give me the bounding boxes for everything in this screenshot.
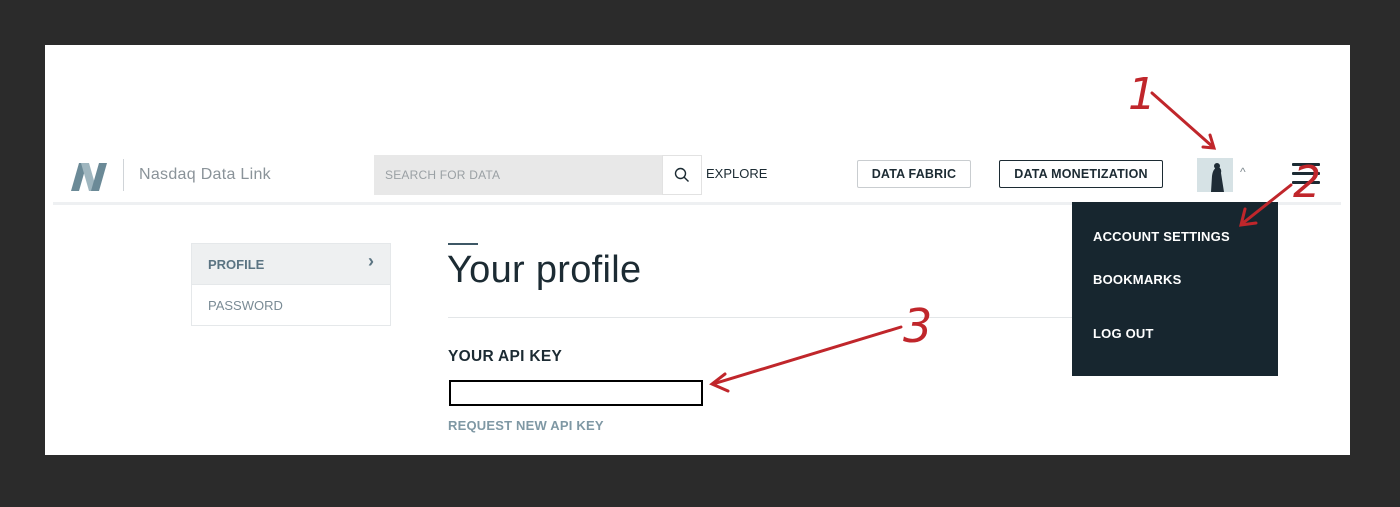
menu-item-account-settings[interactable]: ACCOUNT SETTINGS bbox=[1093, 229, 1230, 244]
svg-text:1: 1 bbox=[1128, 69, 1156, 120]
explore-link[interactable]: EXPLORE bbox=[706, 166, 767, 181]
request-new-api-key-link[interactable]: REQUEST NEW API KEY bbox=[448, 418, 604, 433]
sidenav-item-password[interactable]: PASSWORD bbox=[192, 284, 390, 325]
title-accent-bar bbox=[448, 243, 478, 245]
nasdaq-logo-icon[interactable] bbox=[67, 157, 111, 193]
page-title: Your profile bbox=[447, 249, 642, 291]
logo-divider bbox=[123, 159, 124, 191]
sidenav-item-profile[interactable]: PROFILE bbox=[192, 244, 390, 284]
avatar[interactable] bbox=[1197, 158, 1233, 192]
svg-text:3: 3 bbox=[903, 299, 932, 353]
data-monetization-button[interactable]: DATA MONETIZATION bbox=[999, 160, 1163, 188]
search-input[interactable] bbox=[374, 155, 662, 195]
page: Nasdaq Data Link EXPLORE DATA FABRIC DAT… bbox=[45, 45, 1350, 455]
api-key-label: YOUR API KEY bbox=[448, 348, 563, 365]
menu-item-log-out[interactable]: LOG OUT bbox=[1093, 326, 1154, 341]
api-key-field[interactable] bbox=[449, 380, 703, 406]
search-button[interactable] bbox=[662, 155, 702, 195]
annotation-marker-1: 1 bbox=[1128, 69, 1156, 120]
profile-sidenav: PROFILE PASSWORD bbox=[191, 243, 391, 326]
account-dropdown-menu: ACCOUNT SETTINGS BOOKMARKS LOG OUT bbox=[1072, 202, 1278, 376]
annotation-arrow-1 bbox=[1150, 91, 1217, 150]
user-avatar-icon bbox=[1197, 158, 1233, 192]
hamburger-menu-icon[interactable] bbox=[1292, 163, 1320, 187]
brand-name[interactable]: Nasdaq Data Link bbox=[139, 166, 271, 184]
data-fabric-button[interactable]: DATA FABRIC bbox=[857, 160, 971, 188]
menu-item-bookmarks[interactable]: BOOKMARKS bbox=[1093, 272, 1181, 287]
annotation-marker-3: 3 bbox=[903, 299, 932, 353]
chevron-up-icon[interactable]: ^ bbox=[1240, 165, 1246, 179]
annotation-arrow-3 bbox=[709, 325, 903, 393]
title-divider bbox=[448, 317, 1108, 318]
search-icon bbox=[674, 167, 689, 182]
